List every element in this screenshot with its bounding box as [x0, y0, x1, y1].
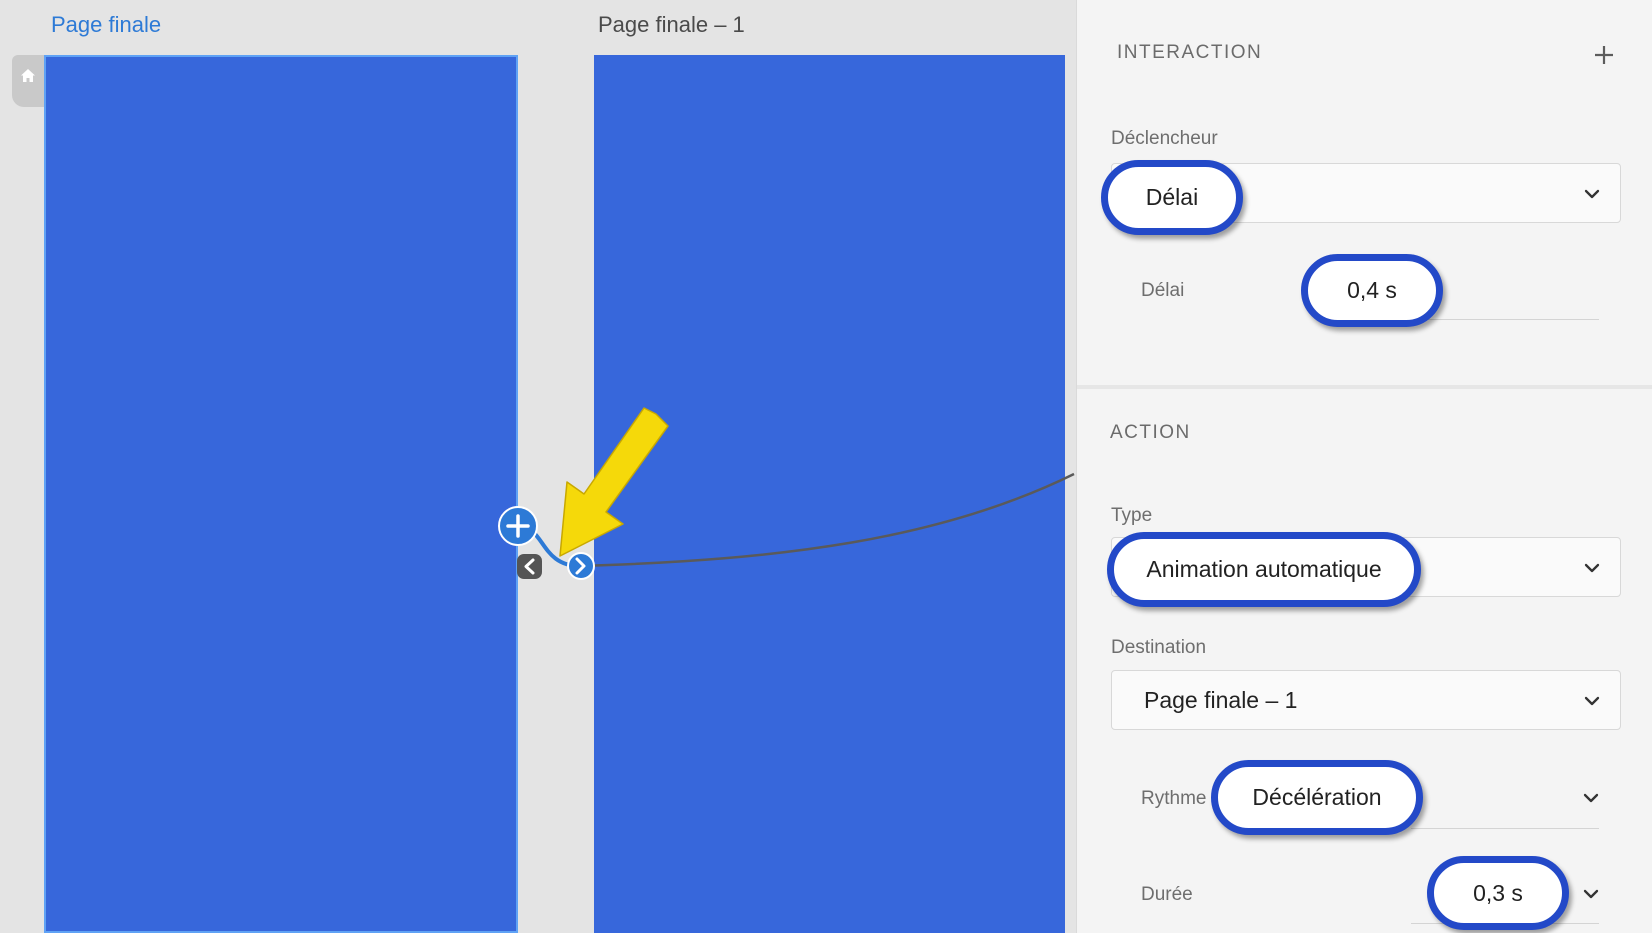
properties-panel: INTERACTION Déclencheur Délai Délai 0,4 … [1076, 0, 1652, 933]
destination-value: Page finale – 1 [1144, 687, 1298, 713]
trigger-value[interactable]: Délai [1101, 160, 1243, 235]
design-canvas[interactable]: Page finale Page finale – 1 [0, 0, 1076, 933]
plus-icon [1595, 46, 1613, 64]
prototype-wires [498, 407, 1075, 580]
trigger-label: Déclencheur [1111, 128, 1218, 149]
connection-wire [579, 472, 1075, 568]
chevron-down-icon[interactable] [1581, 788, 1601, 808]
chevron-down-icon [1584, 696, 1600, 706]
add-interaction-icon[interactable] [498, 506, 538, 546]
easing-field-underline [1411, 828, 1599, 829]
interaction-section-title: INTERACTION [1117, 42, 1263, 63]
back-arrow-icon[interactable] [517, 554, 542, 579]
delay-label: Délai [1141, 280, 1185, 301]
destination-label: Destination [1111, 637, 1207, 658]
duration-input[interactable]: 0,3 s [1427, 856, 1569, 930]
forward-arrow-icon[interactable] [567, 552, 595, 580]
action-section-title: ACTION [1110, 422, 1191, 443]
section-divider [1077, 385, 1652, 389]
chevron-down-icon [1584, 189, 1600, 199]
delay-field-underline [1411, 319, 1599, 320]
duration-label: Durée [1141, 884, 1193, 905]
yellow-arrow-icon [559, 407, 669, 557]
delay-input[interactable]: 0,4 s [1301, 254, 1443, 327]
chevron-down-icon [1584, 563, 1600, 573]
chevron-down-icon[interactable] [1581, 884, 1601, 904]
destination-dropdown[interactable]: Page finale – 1 [1111, 670, 1621, 730]
easing-label: Rythme [1141, 788, 1207, 809]
type-value[interactable]: Animation automatique [1107, 532, 1421, 607]
add-interaction-button[interactable] [1589, 40, 1619, 70]
type-label: Type [1111, 505, 1153, 526]
easing-dropdown[interactable]: Décélération [1211, 760, 1423, 835]
